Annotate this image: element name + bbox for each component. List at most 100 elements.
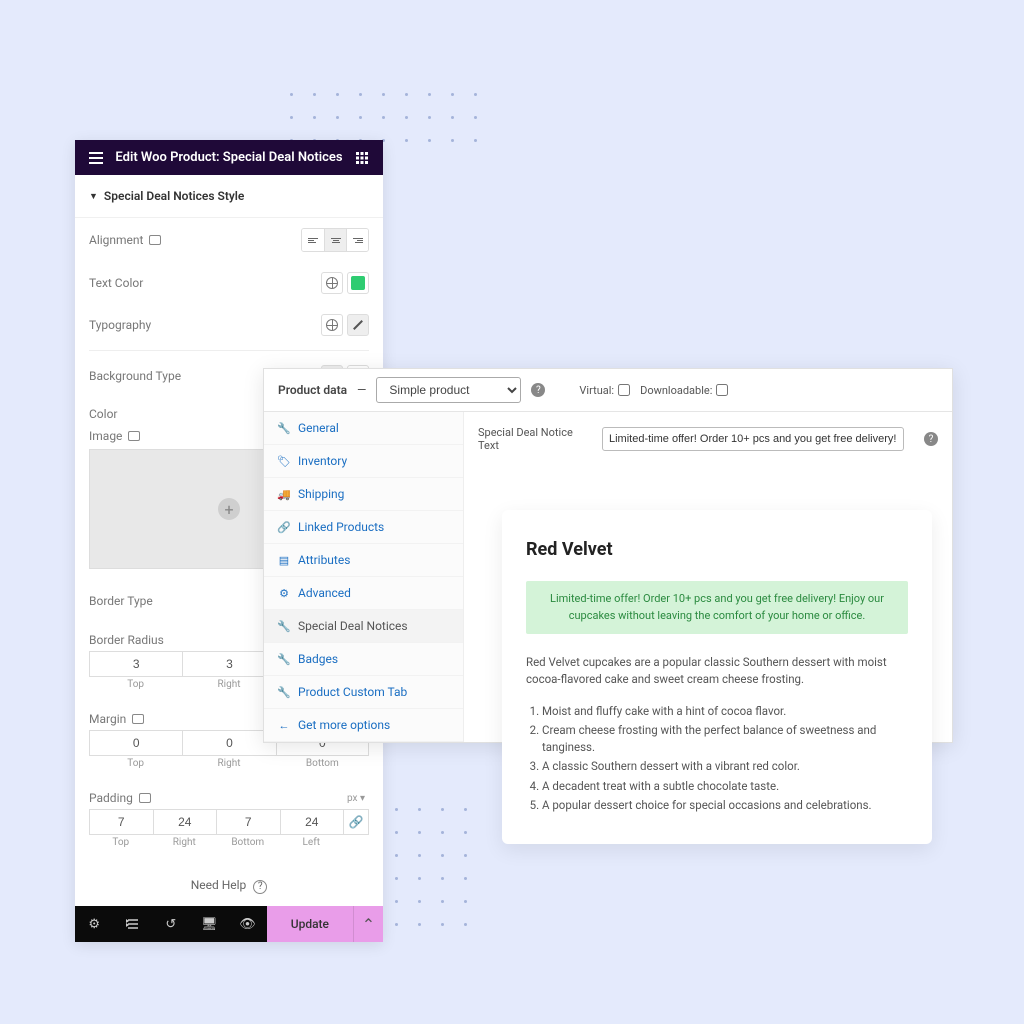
color-swatch-button[interactable] bbox=[347, 272, 369, 294]
decorative-dots-top bbox=[280, 85, 500, 145]
control-alignment: Alignment bbox=[75, 218, 383, 262]
field-label: Special Deal Notice Text bbox=[478, 426, 588, 452]
arrow-left-icon: ← bbox=[278, 719, 290, 732]
downloadable-checkbox[interactable]: Downloadable: bbox=[640, 384, 728, 397]
tab-get-more-options[interactable]: ←Get more options bbox=[264, 709, 463, 742]
special-deal-notice-input[interactable] bbox=[602, 427, 904, 451]
deal-notice-box: Limited-time offer! Order 10+ pcs and yo… bbox=[526, 581, 908, 634]
typography-edit-button[interactable] bbox=[347, 314, 369, 336]
section-header[interactable]: ▼ Special Deal Notices Style bbox=[75, 175, 383, 218]
padding-unit-select[interactable]: px ▾ bbox=[347, 793, 365, 804]
padding-bottom-input[interactable] bbox=[216, 809, 280, 835]
wrench-icon: 🔧 bbox=[278, 422, 290, 435]
label-background-type: Background Type bbox=[89, 369, 181, 383]
align-right-button[interactable] bbox=[346, 229, 368, 251]
alignment-buttons bbox=[301, 228, 369, 252]
responsive-icon[interactable] bbox=[139, 793, 151, 803]
global-color-button[interactable] bbox=[321, 272, 343, 294]
responsive-mode-icon[interactable]: 🖥 bbox=[190, 906, 228, 942]
product-title: Red Velvet bbox=[526, 536, 908, 563]
pencil-icon bbox=[352, 319, 364, 331]
global-typography-button[interactable] bbox=[321, 314, 343, 336]
color-swatch bbox=[351, 276, 365, 290]
panel-title: Edit Woo Product: Special Deal Notices bbox=[105, 150, 353, 165]
product-data-title: Product data bbox=[278, 383, 347, 397]
responsive-icon[interactable] bbox=[149, 235, 161, 245]
hamburger-icon[interactable] bbox=[87, 152, 105, 164]
label-border-radius: Border Radius bbox=[89, 633, 164, 647]
add-image-icon: + bbox=[218, 498, 240, 520]
margin-sublabels: TopRightBottom bbox=[75, 758, 383, 781]
virtual-checkbox[interactable]: Virtual: bbox=[579, 384, 630, 397]
feature-item: A classic Southern dessert with a vibran… bbox=[542, 758, 908, 775]
preview-icon[interactable]: 👁 bbox=[228, 906, 266, 942]
padding-inputs: 🔗 bbox=[75, 809, 383, 837]
history-icon[interactable]: ↺ bbox=[152, 906, 190, 942]
label-alignment: Alignment bbox=[89, 233, 143, 247]
label-text-color: Text Color bbox=[89, 276, 143, 290]
help-icon[interactable]: ? bbox=[531, 383, 545, 397]
responsive-icon[interactable] bbox=[128, 431, 140, 441]
apps-grid-icon[interactable] bbox=[353, 152, 371, 164]
product-preview-card: Red Velvet Limited-time offer! Order 10+… bbox=[502, 510, 932, 844]
border-radius-right-input[interactable] bbox=[182, 651, 275, 677]
padding-top-input[interactable] bbox=[89, 809, 153, 835]
margin-right-input[interactable] bbox=[182, 730, 275, 756]
product-type-select[interactable]: Simple product bbox=[376, 377, 521, 403]
tab-special-deal-notices[interactable]: 🔧Special Deal Notices bbox=[264, 610, 463, 643]
link-icon: 🔗 bbox=[278, 521, 290, 534]
need-help[interactable]: Need Help ? bbox=[75, 860, 383, 906]
tab-linked-products[interactable]: 🔗Linked Products bbox=[264, 511, 463, 544]
product-features-list: Moist and fluffy cake with a hint of coc… bbox=[526, 703, 908, 815]
help-icon[interactable]: ? bbox=[924, 432, 938, 446]
special-deal-notice-field: Special Deal Notice Text ? bbox=[478, 426, 938, 452]
update-more-button[interactable]: ⌃ bbox=[353, 906, 383, 942]
label-image: Image bbox=[89, 429, 122, 443]
wrench-icon: 🔧 bbox=[278, 620, 290, 633]
settings-icon[interactable]: ⚙ bbox=[75, 906, 113, 942]
padding-sublabels: TopRightBottomLeft bbox=[75, 837, 383, 860]
caret-down-icon: ▼ bbox=[89, 191, 98, 202]
elementor-footer: ⚙ ↺ 🖥 👁 Update ⌃ bbox=[75, 906, 383, 942]
link-values-button[interactable]: 🔗 bbox=[343, 809, 369, 835]
tab-product-custom-tab[interactable]: 🔧Product Custom Tab bbox=[264, 676, 463, 709]
divider bbox=[89, 350, 369, 351]
update-button[interactable]: Update bbox=[267, 906, 353, 942]
responsive-icon[interactable] bbox=[132, 714, 144, 724]
elementor-header: Edit Woo Product: Special Deal Notices bbox=[75, 140, 383, 175]
globe-icon bbox=[326, 319, 338, 331]
product-description: Red Velvet cupcakes are a popular classi… bbox=[526, 654, 908, 689]
padding-left-input[interactable] bbox=[280, 809, 344, 835]
tab-shipping[interactable]: 🚚Shipping bbox=[264, 478, 463, 511]
wrench-icon: 🔧 bbox=[278, 686, 290, 699]
globe-icon bbox=[326, 277, 338, 289]
label-margin: Margin bbox=[89, 712, 126, 726]
list-icon: ▤ bbox=[278, 554, 290, 567]
tab-attributes[interactable]: ▤Attributes bbox=[264, 544, 463, 577]
label-border-type: Border Type bbox=[89, 594, 153, 608]
tab-advanced[interactable]: ⚙Advanced bbox=[264, 577, 463, 610]
navigator-icon[interactable] bbox=[113, 906, 151, 942]
label-typography: Typography bbox=[89, 318, 151, 332]
truck-icon: 🚚 bbox=[278, 488, 290, 501]
feature-item: A popular dessert choice for special occ… bbox=[542, 797, 908, 814]
tab-inventory[interactable]: 🏷Inventory bbox=[264, 445, 463, 478]
wrench-icon: 🔧 bbox=[278, 653, 290, 666]
control-text-color: Text Color bbox=[75, 262, 383, 304]
align-left-button[interactable] bbox=[302, 229, 324, 251]
tag-icon: 🏷 bbox=[278, 455, 290, 468]
control-typography: Typography bbox=[75, 304, 383, 346]
help-icon: ? bbox=[253, 880, 267, 894]
align-center-button[interactable] bbox=[324, 229, 346, 251]
product-data-tabs: 🔧General 🏷Inventory 🚚Shipping 🔗Linked Pr… bbox=[264, 412, 464, 742]
padding-right-input[interactable] bbox=[153, 809, 217, 835]
tab-general[interactable]: 🔧General bbox=[264, 412, 463, 445]
product-data-dash: — bbox=[357, 383, 366, 397]
label-color: Color bbox=[89, 407, 117, 421]
feature-item: Cream cheese frosting with the perfect b… bbox=[542, 722, 908, 757]
margin-top-input[interactable] bbox=[89, 730, 182, 756]
border-radius-top-input[interactable] bbox=[89, 651, 182, 677]
section-title: Special Deal Notices Style bbox=[104, 189, 244, 203]
tab-badges[interactable]: 🔧Badges bbox=[264, 643, 463, 676]
product-data-header: Product data — Simple product ? Virtual:… bbox=[264, 369, 952, 412]
